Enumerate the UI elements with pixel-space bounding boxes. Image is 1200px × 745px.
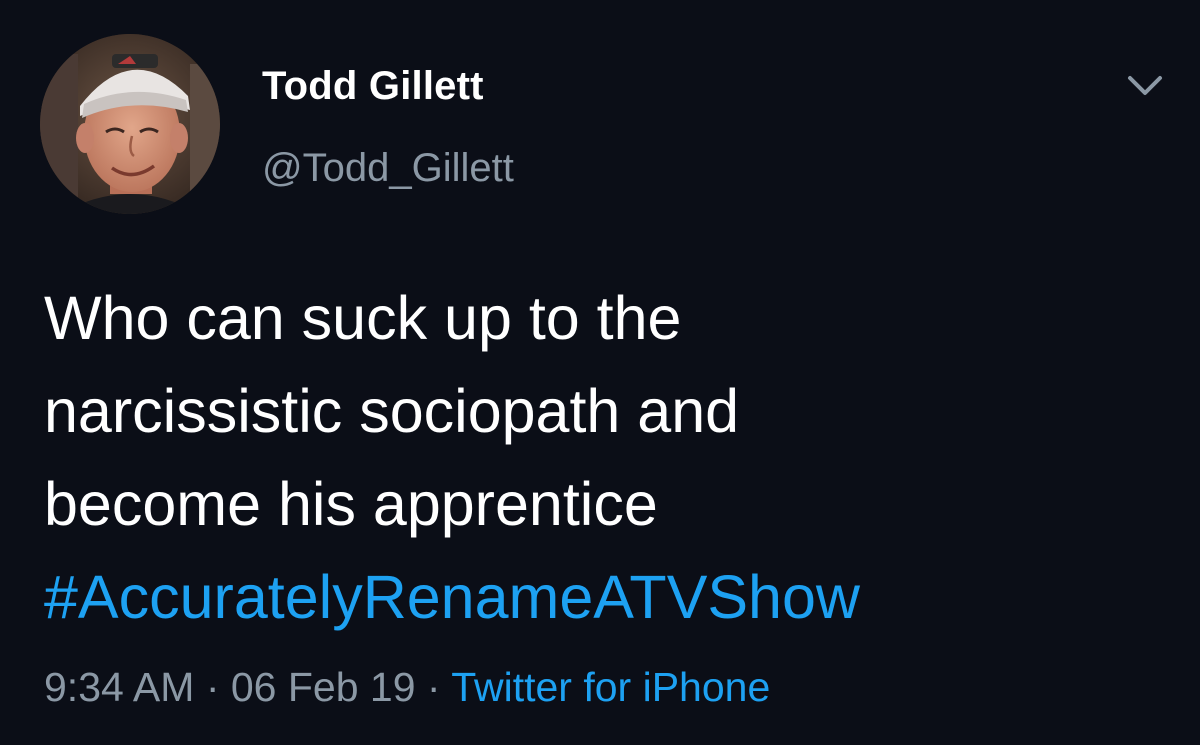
meta-separator: · [194, 664, 231, 710]
tweet-meta: 9:34 AM · 06 Feb 19 · Twitter for iPhone [44, 664, 770, 711]
tweet-menu-button[interactable] [1124, 66, 1166, 106]
tweet-text-line: narcissistic sociopath and [44, 377, 740, 445]
tweet-time[interactable]: 9:34 AM [44, 664, 194, 710]
hashtag-link[interactable]: #AccuratelyRenameATVShow [44, 551, 1164, 644]
tweet-source-link[interactable]: Twitter for iPhone [451, 664, 770, 710]
display-name[interactable]: Todd Gillett [262, 64, 484, 109]
profile-photo-icon [40, 34, 220, 214]
tweet-card: Todd Gillett @Todd_Gillett Who can suck … [0, 0, 1200, 745]
meta-separator: · [415, 664, 452, 710]
tweet-text-line: become his apprentice [44, 470, 658, 538]
tweet-text-line: Who can suck up to the [44, 284, 682, 352]
tweet-date[interactable]: 06 Feb 19 [231, 664, 416, 710]
avatar[interactable] [40, 34, 220, 214]
chevron-down-icon [1128, 76, 1162, 95]
user-handle[interactable]: @Todd_Gillett [262, 146, 514, 191]
tweet-text: Who can suck up to the narcissistic soci… [44, 272, 1164, 644]
